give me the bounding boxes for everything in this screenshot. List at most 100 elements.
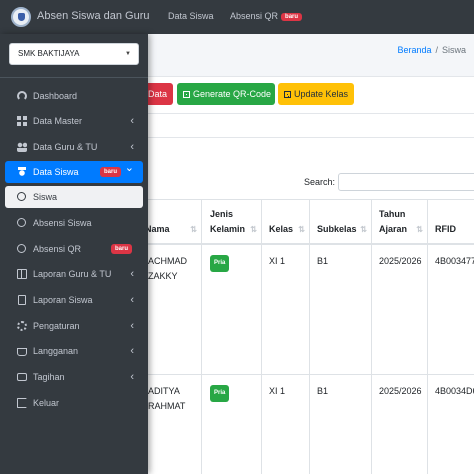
column-nama-label: Nama [145,224,170,234]
school-select[interactable]: SMK BAKTIJAYA ▼ [9,43,139,65]
search-input[interactable] [338,173,474,191]
top-navbar: Absen Siswa dan Guru 2 Data Siswa Absens… [0,0,474,34]
divider [148,113,474,114]
sidebar-item-tagihan[interactable]: Tagihan ‹ [5,366,143,388]
cell-subkelas: B1 [310,375,372,474]
document-icon [18,295,26,305]
new-badge: baru [110,244,132,254]
sidebar-item-label: Langganan [33,346,79,356]
table-header: Nama ⇅ Jenis Kelamin ⇅ Kelas ⇅ Subkelas ⇅ Ta… [145,199,474,245]
sidebar: SMK BAKTIJAYA ▼ Dashboard Data Master ‹ … [0,34,148,474]
generate-qr-label: Generate QR-Code [193,89,272,99]
sort-icon: ⇅ [360,225,367,234]
cell-kelas: XI 1 [262,245,310,374]
search-label: Search: [304,177,336,187]
sidebar-item-label: Dashboard [33,91,78,101]
sort-icon: ⇅ [416,225,423,234]
chevron-left-icon: ‹ [130,371,134,383]
sidebar-item-data-guru-tu[interactable]: Data Guru & TU ‹ [5,136,143,158]
sidebar-item-label: Data Master [33,116,83,126]
sidebar-item-laporan-siswa[interactable]: Laporan Siswa ‹ [5,289,143,311]
sidebar-item-label: Keluar [33,398,60,408]
wallet-icon [17,373,27,381]
cell-tahun-ajaran: 2025/2026 [372,375,428,474]
sidebar-item-absensi-siswa[interactable]: Absensi Siswa [5,212,143,234]
chevron-left-icon: ‹ [130,345,134,357]
qrcode-icon [183,91,190,98]
breadcrumb-current: Siswa [441,45,466,55]
sidebar-item-absensi-qr[interactable]: Absensi QR baru [5,238,143,260]
circle-icon [17,218,26,227]
column-header-subkelas[interactable]: Subkelas ⇅ [310,200,372,244]
brand-title[interactable]: Absen Siswa dan Guru 2 [37,10,149,22]
gender-badge: Pria [210,255,230,272]
shopping-bag-icon [17,348,27,356]
nav-link-data-siswa[interactable]: Data Siswa [168,11,214,21]
sidebar-item-label: Laporan Siswa [33,295,93,305]
sort-icon: ⇅ [298,225,305,234]
cell-kelas: XI 1 [262,375,310,474]
grid-icon [17,116,27,126]
new-badge: baru [99,167,121,177]
new-badge: baru [281,13,303,21]
sidebar-item-label: Data Siswa [33,167,79,177]
column-rfid-label: RFID [435,224,456,234]
column-header-rfid[interactable]: RFID [428,200,474,244]
breadcrumb-home[interactable]: Beranda [397,45,431,55]
building-icon [284,91,291,98]
cell-jenis-kelamin: Pria [202,375,262,474]
column-subkelas-label: Subkelas [317,224,357,234]
content-header [148,34,474,76]
column-header-nama[interactable]: Nama ⇅ [145,200,202,244]
sidebar-item-label: Siswa [33,192,58,202]
column-header-jenis-kelamin[interactable]: Jenis Kelamin ⇅ [202,200,262,244]
table-row[interactable]: ADITYA RAHMAT Pria XI 1 B1 2025/2026 4B0… [148,375,474,474]
chevron-left-icon: ‹ [130,141,134,153]
chevron-left-icon: ‹ [130,320,134,332]
circle-icon [17,192,26,201]
graduate-icon [17,167,27,177]
divider [148,137,474,138]
column-jk-label: Jenis Kelamin [210,209,246,234]
sidebar-item-label: Tagihan [33,372,65,382]
sidebar-item-langganan[interactable]: Langganan ‹ [5,340,143,362]
table-row[interactable]: ACHMAD ZAKKY Pria XI 1 B1 2025/2026 4B00… [148,245,474,375]
cell-rfid: 4B0034D6 [435,386,474,396]
sidebar-item-siswa[interactable]: Siswa [5,186,143,208]
sidebar-item-data-master[interactable]: Data Master ‹ [5,110,143,132]
cell-tahun-ajaran: 2025/2026 [372,245,428,374]
column-header-kelas[interactable]: Kelas ⇅ [262,200,310,244]
cell-rfid: 4B003477 [435,256,474,266]
sort-icon: ⇅ [190,225,197,234]
cell-subkelas: B1 [310,245,372,374]
gauge-icon [17,91,27,101]
chevron-left-icon: ‹ [130,294,134,306]
nav-link-absensi-qr[interactable]: Absensi QR baru [230,11,303,21]
students-card: Data Generate QR-Code Update Kelas Searc… [138,76,474,474]
cell-nama: ACHMAD ZAKKY [148,245,202,374]
cell-nama: ADITYA RAHMAT [148,375,202,474]
column-header-tahun-ajaran[interactable]: Tahun Ajaran ⇅ [372,200,428,244]
chevron-left-icon: ‹ [130,268,134,280]
chevron-left-icon: ‹ [130,115,134,127]
generate-qr-button[interactable]: Generate QR-Code [177,83,275,105]
sidebar-item-data-siswa[interactable]: Data Siswa baru ⌄ [5,161,143,183]
cell-jenis-kelamin: Pria [202,245,262,374]
column-tahun-label: Tahun Ajaran [379,209,408,234]
school-logo-icon[interactable] [11,7,31,27]
sidebar-item-label: Absensi Siswa [33,218,92,228]
users-icon [17,142,27,152]
gender-badge: Pria [210,385,230,402]
sidebar-item-pengaturan[interactable]: Pengaturan ‹ [5,315,143,337]
divider [0,77,148,78]
sidebar-item-laporan-guru-tu[interactable]: Laporan Guru & TU ‹ [5,263,143,285]
sidebar-item-keluar[interactable]: Keluar [5,392,143,414]
school-select-value: SMK BAKTIJAYA [18,49,80,58]
sidebar-item-label: Absensi QR [33,244,82,254]
sidebar-item-label: Laporan Guru & TU [33,269,112,279]
update-class-button[interactable]: Update Kelas [278,83,354,105]
caret-down-icon: ▼ [125,51,131,57]
sidebar-item-label: Pengaturan [33,321,80,331]
book-icon [17,269,27,279]
sidebar-item-dashboard[interactable]: Dashboard [5,85,143,107]
